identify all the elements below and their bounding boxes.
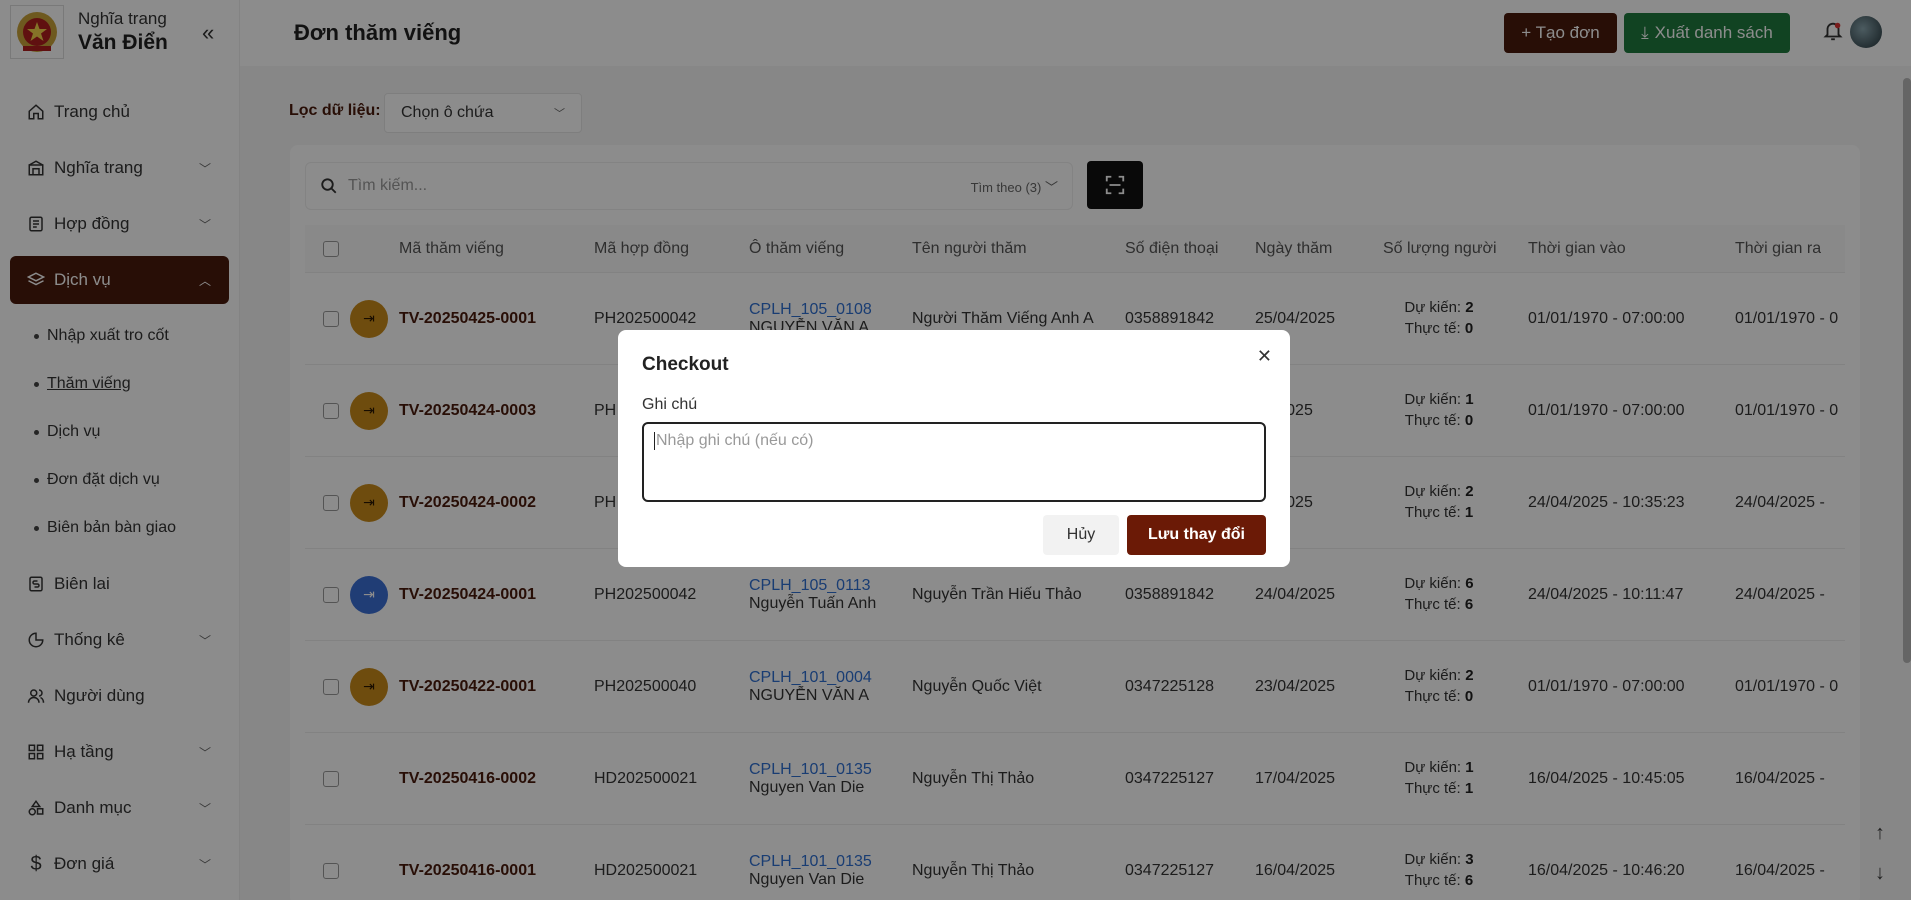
- note-placeholder: Nhập ghi chú (nếu có): [656, 432, 814, 450]
- cancel-button[interactable]: Hủy: [1043, 515, 1119, 555]
- scroll-top-icon[interactable]: ↑: [1875, 822, 1885, 845]
- scroll-bottom-icon[interactable]: ↓: [1875, 862, 1885, 885]
- close-icon[interactable]: ✕: [1257, 346, 1272, 367]
- modal-title: Checkout: [642, 354, 729, 375]
- checkout-modal: Checkout ✕ Ghi chú Nhập ghi chú (nếu có)…: [618, 330, 1290, 567]
- text-caret: [654, 432, 655, 450]
- note-label: Ghi chú: [642, 396, 698, 413]
- save-changes-button[interactable]: Lưu thay đổi: [1127, 515, 1266, 555]
- note-textarea[interactable]: Nhập ghi chú (nếu có): [642, 422, 1266, 502]
